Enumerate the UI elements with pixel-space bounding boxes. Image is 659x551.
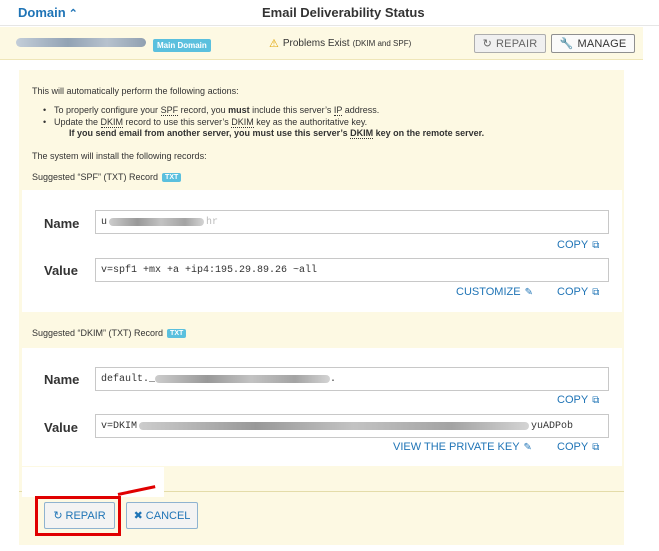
manage-button[interactable]: 🔧 MANAGE xyxy=(551,34,635,53)
warning-text: If you send email from another server, y… xyxy=(69,128,351,138)
chevron-up-icon[interactable]: ⌃ xyxy=(69,7,78,20)
ip-abbr: IP xyxy=(333,105,343,116)
spf-name-suffix: hr xyxy=(206,216,219,228)
pencil-icon: ✎ xyxy=(524,286,533,298)
problem-status: ⚠ Problems Exist (DKIM and SPF) xyxy=(269,37,411,50)
intro-text: This will automatically perform the foll… xyxy=(32,86,239,96)
domain-name-redacted xyxy=(16,38,146,47)
action-item-dkim: • Update the DKIM record to use this ser… xyxy=(43,116,484,129)
copy-icon: ⧉ xyxy=(592,286,600,298)
install-text: The system will install the following re… xyxy=(32,151,207,161)
domain-column-label[interactable]: Domain xyxy=(18,5,66,20)
dkim-name-label: Name xyxy=(44,372,80,387)
dkim-name-copy-link[interactable]: COPY ⧉ xyxy=(557,394,599,406)
pencil-icon: ✎ xyxy=(523,441,532,453)
domain-row: Main Domain ⚠ Problems Exist (DKIM and S… xyxy=(0,27,643,60)
problem-text: Problems Exist xyxy=(282,38,350,49)
dkim-record-title: Suggested “DKIM” (TXT) Record TXT xyxy=(32,328,187,338)
spf-name-prefix: u xyxy=(101,216,108,228)
cancel-button-label: CANCEL xyxy=(145,509,191,522)
close-icon: ✖ xyxy=(133,510,143,522)
dkim-value-field[interactable]: v=DKIM yuADPob xyxy=(95,414,609,438)
spf-name-copy-link[interactable]: COPY ⧉ xyxy=(557,239,599,251)
action-item-spf: • To properly configure your SPF record,… xyxy=(43,105,484,117)
spf-name-label: Name xyxy=(44,216,80,231)
copy-icon: ⧉ xyxy=(592,441,600,453)
repair-button-top-label: REPAIR xyxy=(496,37,538,50)
copy-label: COPY xyxy=(557,441,589,453)
dkim-abbr: DKIM xyxy=(100,116,124,128)
warning-icon: ⚠ xyxy=(269,38,279,50)
spf-value-copy-link[interactable]: COPY ⧉ xyxy=(557,286,599,298)
copy-icon: ⧉ xyxy=(592,239,600,251)
cancel-button[interactable]: ✖ CANCEL xyxy=(126,502,198,529)
redacted-text xyxy=(155,375,331,383)
status-column-header: Email Deliverability Status xyxy=(262,5,425,20)
redacted-text xyxy=(139,422,530,430)
bullet2-text: Update the xyxy=(54,116,101,127)
copy-label: COPY xyxy=(557,239,589,251)
private-key-label: VIEW THE PRIVATE KEY xyxy=(393,441,520,453)
bullet-dot: • xyxy=(43,116,47,127)
dkim-name-suffix: . xyxy=(330,373,337,385)
dkim-record-card: Name default._ . COPY ⧉ Value v=DKIM yuAD… xyxy=(22,348,622,466)
copy-label: COPY xyxy=(557,394,589,406)
problem-detail: (DKIM and SPF) xyxy=(352,39,412,48)
main-domain-badge: Main Domain xyxy=(153,39,211,52)
dkim-txt-badge: TXT xyxy=(167,328,187,338)
spf-customize-link[interactable]: CUSTOMIZE ✎ xyxy=(456,286,533,298)
redacted-text xyxy=(109,218,205,226)
highlight-box xyxy=(35,496,121,536)
dkim-value-suffix: yuADPob xyxy=(531,420,574,432)
white-patch xyxy=(22,467,164,497)
repair-button-top[interactable]: ↻ REPAIR xyxy=(474,34,546,53)
spf-name-field[interactable]: u hr xyxy=(95,210,609,234)
bullet2-text2: record to use this server’s xyxy=(123,116,232,127)
dkim-name-field[interactable]: default._ . xyxy=(95,367,609,391)
bullet1-text4: address. xyxy=(342,105,380,115)
table-header: Domain ⌃ Email Deliverability Status xyxy=(0,0,659,26)
dkim-value-prefix: v=DKIM xyxy=(101,420,138,432)
wrench-icon: 🔧 xyxy=(559,38,574,50)
spf-txt-badge: TXT xyxy=(162,172,182,182)
refresh-icon: ↻ xyxy=(482,38,493,50)
action-item-warning: If you send email from another server, y… xyxy=(54,128,484,140)
bullet1-text3: include this server’s xyxy=(249,105,334,115)
action-list: • To properly configure your SPF record,… xyxy=(43,105,484,140)
remote-server-warning: If you send email from another server, y… xyxy=(69,128,485,139)
spf-record-card: Name u hr COPY ⧉ Value v=spf1 +mx +a +ip4… xyxy=(22,190,622,312)
bullet1-text: To properly configure your xyxy=(54,105,161,115)
customize-label: CUSTOMIZE xyxy=(456,286,521,298)
dkim-value-copy-link[interactable]: COPY ⧉ xyxy=(557,441,599,453)
spf-record-title: Suggested “SPF” (TXT) Record TXT xyxy=(32,172,182,182)
copy-label: COPY xyxy=(557,286,589,298)
view-private-key-link[interactable]: VIEW THE PRIVATE KEY ✎ xyxy=(393,441,532,453)
copy-icon: ⧉ xyxy=(592,394,600,406)
bullet2-text3: key as the authoritative key. xyxy=(253,116,368,127)
dkim-abbr-3: DKIM xyxy=(350,128,374,139)
bullet-dot: • xyxy=(43,105,47,115)
spf-title-text: Suggested “SPF” (TXT) Record xyxy=(32,172,159,182)
warning-text2: key on the remote server. xyxy=(373,128,485,138)
bullet1-text2: record, you xyxy=(178,105,229,115)
dkim-title-text: Suggested “DKIM” (TXT) Record xyxy=(32,328,164,338)
spf-value-label: Value xyxy=(44,263,78,278)
spf-value-field[interactable]: v=spf1 +mx +a +ip4:195.29.89.26 ~all xyxy=(95,258,609,282)
domain-column-header[interactable]: Domain ⌃ xyxy=(18,5,78,20)
dkim-value-label: Value xyxy=(44,420,78,435)
dkim-abbr-2: DKIM xyxy=(231,116,254,128)
manage-button-label: MANAGE xyxy=(577,37,627,50)
dkim-name-prefix: default._ xyxy=(101,373,156,385)
must-text: must xyxy=(228,105,250,115)
spf-abbr: SPF xyxy=(160,105,179,116)
